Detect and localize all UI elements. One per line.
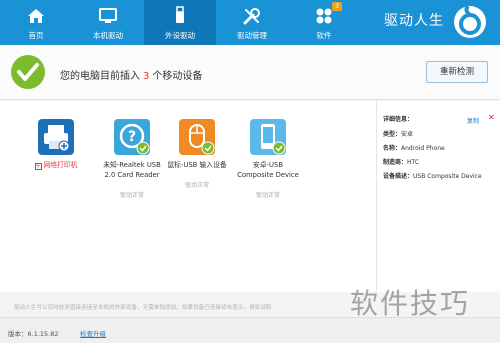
device-network-printer[interactable]: + 网络打印机 — [16, 119, 96, 170]
nav-local-drivers[interactable]: 本机驱动 — [72, 0, 144, 45]
device-mouse-name-line1: 鼠标-USB 输入设备 — [167, 161, 227, 169]
unknown-device-icon: ? — [114, 119, 150, 155]
nav-peripheral-drivers-label: 外设驱动 — [165, 31, 195, 40]
mouse-icon — [179, 119, 215, 155]
svg-text:?: ? — [128, 129, 136, 145]
add-plus-icon: + — [34, 163, 42, 170]
status-suffix: 个移动设备 — [152, 71, 203, 82]
nav-driver-management-label: 驱动管理 — [237, 31, 267, 40]
status-message: 您的电脑目前插入 3 个移动设备 — [60, 67, 202, 82]
usb-icon — [176, 6, 184, 23]
detection-status-bar: 您的电脑目前插入 3 个移动设备 重新检测 — [0, 45, 500, 100]
nav-home[interactable]: 首页 — [0, 0, 72, 45]
brand-name: 驱动人生 — [384, 13, 444, 29]
device-network-printer-name: 网络打印机 — [43, 161, 78, 169]
device-list: + 网络打印机 ? 未知-Realtek USB 2.0 Card Reader 驱… — [0, 101, 376, 292]
info-note: 驱动人生可以实时检测直接连接至本机的外部设备，无需单独添加；如果设备已连接却未显… — [14, 305, 272, 311]
device-network-printer-label: + 网络打印机 — [16, 160, 96, 170]
nav-software-label: 软件 — [316, 31, 332, 40]
device-android-phone-status: 驱动正常 — [255, 192, 280, 199]
detail-key: 制造商： — [383, 159, 408, 166]
device-android-phone-name: 安卓-USB Composite Device — [228, 160, 308, 180]
home-icon — [28, 9, 44, 23]
detail-value: HTC — [407, 159, 420, 166]
detail-key: 类型： — [383, 131, 402, 138]
device-detail-panel: 详细信息： 复制 ✕ 类型：安卓 名称：Android Phone 制造商：HT… — [376, 101, 500, 292]
device-mouse-name: 鼠标-USB 输入设备 — [157, 160, 237, 170]
copy-link[interactable]: 复制 — [467, 116, 479, 125]
device-android-phone-name-line2: Composite Device — [237, 171, 299, 179]
detail-key: 名称： — [383, 145, 402, 152]
printer-icon — [38, 119, 74, 155]
monitor-icon — [99, 8, 117, 23]
device-count: 3 — [143, 71, 150, 82]
detail-row-name: 名称：Android Phone — [383, 143, 445, 152]
detail-key: 设备描述： — [383, 173, 414, 180]
success-check-icon — [11, 55, 45, 89]
status-prefix: 您的电脑目前插入 — [60, 71, 140, 82]
detail-row-description: 设备描述：USB Composite Device — [383, 171, 482, 180]
nav-software[interactable]: 3 软件 — [288, 0, 360, 45]
detail-value: 安卓 — [401, 131, 414, 138]
nav-driver-management[interactable]: 驱动管理 — [216, 0, 288, 45]
detail-row-type: 类型：安卓 — [383, 129, 413, 138]
nav-peripheral-drivers[interactable]: 外设驱动 — [144, 0, 216, 45]
device-card-reader-name-line1: 未知-Realtek USB — [103, 161, 161, 169]
android-phone-icon — [250, 119, 286, 155]
software-update-badge: 3 — [332, 2, 342, 11]
nav-home-label: 首页 — [28, 31, 44, 40]
nav-local-drivers-label: 本机驱动 — [93, 31, 123, 40]
detail-value: USB Composite Device — [413, 173, 482, 180]
device-mouse[interactable]: 鼠标-USB 输入设备 驱动正常 — [157, 119, 237, 189]
close-icon[interactable]: ✕ — [488, 113, 495, 122]
detail-row-manufacturer: 制造商：HTC — [383, 157, 419, 166]
device-android-phone-name-line1: 安卓-USB — [253, 161, 283, 169]
device-card-reader-status: 驱动正常 — [119, 192, 144, 199]
device-card-reader-name-line2: 2.0 Card Reader — [104, 171, 160, 179]
detail-header: 详细信息： — [383, 116, 414, 123]
apps-icon — [316, 8, 332, 24]
rescan-button[interactable]: 重新检测 — [426, 61, 488, 83]
version-text: 版本：6.1.15.82 — [8, 330, 59, 338]
device-android-phone[interactable]: 安卓-USB Composite Device 驱动正常 — [228, 119, 308, 199]
detail-value: Android Phone — [401, 145, 445, 152]
top-nav-bar: 首页 本机驱动 外设驱动 驱动管理 3 软件 驱动人生 — [0, 0, 500, 45]
check-update-link[interactable]: 检查升级 — [80, 328, 106, 338]
watermark-text: 软件技巧 — [350, 287, 471, 320]
device-mouse-status: 驱动正常 — [184, 182, 209, 189]
brand-logo-icon — [454, 4, 486, 38]
wrench-icon — [243, 8, 260, 25]
